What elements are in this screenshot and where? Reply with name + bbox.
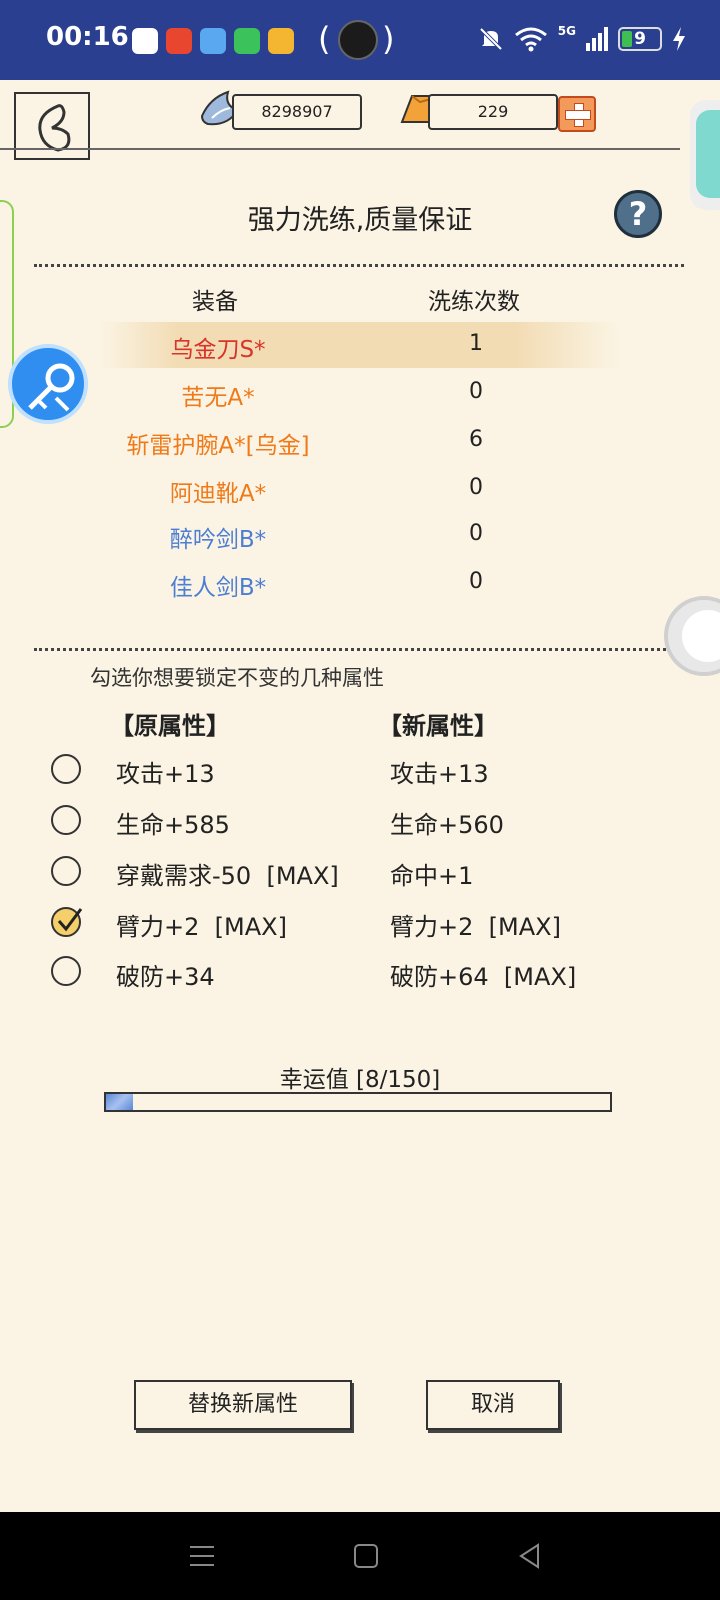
equipment-row[interactable]: 醉吟剑B* 0 bbox=[0, 512, 720, 558]
equipment-row[interactable]: 阿迪靴A* 0 bbox=[0, 466, 720, 512]
signal-icon: 5G bbox=[557, 24, 576, 38]
luck-progress-bar bbox=[104, 1092, 612, 1112]
divider bbox=[34, 264, 684, 267]
menu-icon[interactable] bbox=[188, 1542, 216, 1570]
equipment-name: 斩雷护腕A*[乌金] bbox=[126, 433, 310, 459]
new-attributes-header: 【新属性】 bbox=[378, 712, 498, 740]
system-icons: 5G 9 bbox=[478, 24, 686, 52]
wifi-icon bbox=[514, 27, 547, 52]
recording-indicator: ( ) bbox=[318, 20, 395, 60]
gold-amount: 229 bbox=[428, 94, 558, 130]
equipment-row[interactable]: 斩雷护腕A*[乌金] 6 bbox=[0, 418, 720, 464]
lock-checkbox[interactable] bbox=[51, 805, 81, 835]
old-attribute: 穿戴需求-50 [MAX] bbox=[116, 862, 339, 890]
new-attribute: 臂力+2 [MAX] bbox=[390, 913, 561, 941]
equipment-count: 0 bbox=[469, 379, 483, 404]
new-attribute: 生命+560 bbox=[390, 811, 504, 839]
old-attribute: 生命+585 bbox=[116, 811, 230, 839]
message-icon bbox=[234, 28, 260, 54]
avatar bbox=[338, 20, 378, 60]
new-attribute: 破防+64 [MAX] bbox=[390, 963, 577, 991]
status-time: 00:16 bbox=[46, 22, 129, 52]
page-title: 强力洗练,质量保证 bbox=[247, 205, 473, 236]
equipment-count: 0 bbox=[469, 521, 483, 546]
equipment-name: 苦无A* bbox=[181, 385, 255, 411]
luck-label: 幸运值 [8/150] bbox=[279, 1067, 441, 1093]
equipment-count: 0 bbox=[469, 475, 483, 500]
old-attribute: 臂力+2 [MAX] bbox=[116, 913, 287, 941]
status-bar: 00:16 ( ) 5G 9 bbox=[0, 0, 720, 80]
equipment-row[interactable]: 佳人剑B* 0 bbox=[0, 560, 720, 606]
wallet-icon bbox=[268, 28, 294, 54]
cancel-button[interactable]: 取消 bbox=[426, 1380, 560, 1430]
back-icon[interactable] bbox=[516, 1542, 544, 1570]
silver-amount: 8298907 bbox=[232, 94, 362, 130]
top-divider bbox=[0, 148, 680, 150]
lock-checkbox[interactable] bbox=[51, 856, 81, 886]
old-attribute: 攻击+13 bbox=[116, 760, 215, 788]
charging-icon bbox=[673, 27, 685, 51]
equipment-count: 1 bbox=[469, 331, 483, 356]
add-gold-button[interactable] bbox=[558, 96, 596, 132]
qq-icon bbox=[132, 28, 158, 54]
navigation-bar bbox=[0, 1512, 720, 1600]
column-header-count: 洗练次数 bbox=[428, 289, 520, 315]
lock-checkbox[interactable] bbox=[51, 956, 81, 986]
game-assistant-button[interactable] bbox=[664, 596, 720, 676]
equipment-count: 0 bbox=[469, 569, 483, 594]
luck-progress-fill bbox=[106, 1094, 133, 1110]
mute-icon bbox=[479, 27, 503, 51]
lock-checkbox[interactable] bbox=[51, 754, 81, 784]
game-app-icon bbox=[166, 28, 192, 54]
lock-checkbox-checked[interactable] bbox=[51, 907, 83, 937]
weather-icon bbox=[200, 28, 226, 54]
battery-icon: 9 bbox=[618, 27, 662, 51]
divider bbox=[34, 648, 684, 651]
equipment-name: 醉吟剑B* bbox=[169, 527, 267, 553]
new-attribute: 命中+1 bbox=[390, 862, 474, 890]
replace-attributes-button[interactable]: 替换新属性 bbox=[134, 1380, 352, 1430]
new-attribute: 攻击+13 bbox=[390, 760, 489, 788]
old-attribute: 破防+34 bbox=[116, 963, 215, 991]
equipment-name: 乌金刀S* bbox=[170, 337, 266, 363]
help-icon[interactable]: ? bbox=[614, 190, 662, 238]
equipment-row[interactable]: 苦无A* 0 bbox=[0, 370, 720, 416]
side-widget[interactable] bbox=[690, 100, 720, 210]
equipment-name: 佳人剑B* bbox=[169, 575, 267, 601]
equipment-name: 阿迪靴A* bbox=[169, 481, 267, 507]
equipment-count: 6 bbox=[469, 427, 483, 452]
notification-icons bbox=[132, 28, 294, 54]
old-attributes-header: 【原属性】 bbox=[110, 712, 230, 740]
lock-hint: 勾选你想要锁定不变的几种属性 bbox=[90, 666, 384, 690]
column-header-equipment: 装备 bbox=[192, 289, 238, 315]
home-icon[interactable] bbox=[352, 1542, 380, 1570]
signal-bars-icon bbox=[586, 27, 608, 51]
equipment-row[interactable]: 乌金刀S* 1 bbox=[0, 322, 720, 368]
checkmark-icon bbox=[57, 908, 83, 932]
